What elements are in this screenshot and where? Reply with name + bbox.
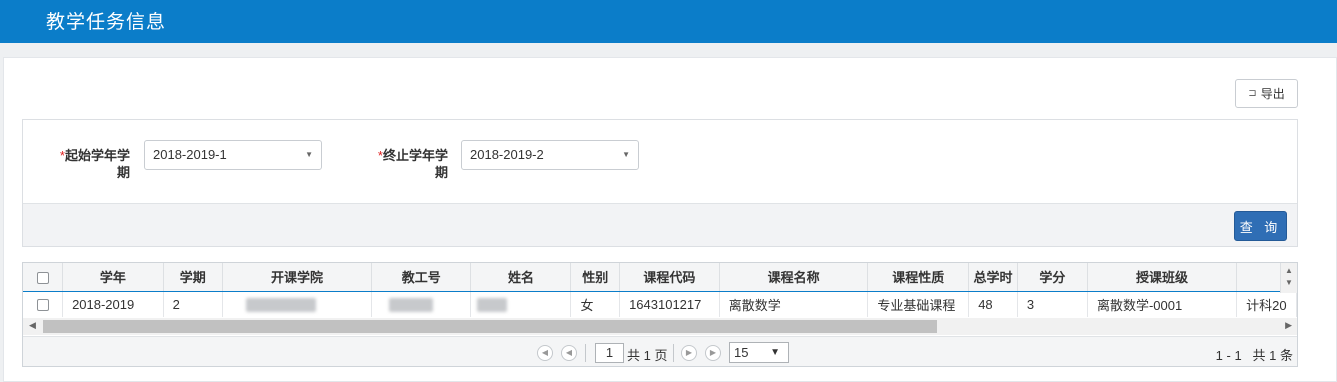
end-term-label: *终止学年学期 — [368, 147, 448, 181]
checkbox-icon — [36, 299, 49, 312]
top-bar: 教学任务信息 — [0, 0, 1337, 43]
prev-page-icon[interactable]: ◀ — [561, 345, 577, 361]
page-title: 教学任务信息 — [46, 12, 167, 33]
chevron-down-icon: ▼ — [770, 347, 780, 358]
chevron-down-icon: ▼ — [622, 150, 630, 159]
export-icon: ⊐ — [1248, 88, 1257, 99]
cell-staff-id-redacted — [371, 291, 472, 317]
pager-divider — [585, 344, 586, 362]
cell-class: 离散数学-0001 — [1087, 291, 1238, 317]
cell-credits: 3 — [1017, 291, 1088, 317]
query-button[interactable]: 查 询 — [1234, 211, 1287, 241]
column-header[interactable]: 学年 — [62, 263, 164, 292]
column-header[interactable]: 教工号 — [371, 263, 472, 292]
page-size-select[interactable]: 15 ▼ — [729, 342, 789, 363]
scroll-down-icon[interactable]: ▼ — [1285, 278, 1293, 287]
last-page-icon[interactable]: ▶ — [705, 345, 721, 361]
redacted-block — [477, 298, 508, 313]
cell-year: 2018-2019 — [62, 291, 164, 317]
next-page-icon[interactable]: ▶ — [681, 345, 697, 361]
table-header-row: 学年 学期 开课学院 教工号 姓名 性别 课程代码 课程名称 课程性质 总学时 … — [23, 263, 1297, 292]
page-size-value: 15 — [734, 345, 749, 360]
redacted-block — [389, 298, 434, 313]
record-range-info: 1 - 1 共 1 条 — [1216, 345, 1293, 364]
cell-college-redacted — [222, 291, 373, 317]
task-table: 学年 学期 开课学院 教工号 姓名 性别 课程代码 课程名称 课程性质 总学时 … — [23, 263, 1297, 317]
column-header[interactable]: 开课学院 — [222, 263, 373, 292]
scrollbar-thumb[interactable] — [43, 320, 937, 333]
cell-name-redacted — [470, 291, 572, 317]
scroll-left-icon[interactable]: ◀ — [29, 320, 36, 331]
record-total-text: 共 1 条 — [1252, 348, 1293, 363]
cell-total-hours: 48 — [968, 291, 1018, 317]
column-header[interactable]: 课程名称 — [719, 263, 869, 292]
cell-overflow: 计科20 — [1236, 291, 1297, 317]
redacted-block — [245, 298, 316, 313]
column-header[interactable]: 性别 — [570, 263, 621, 292]
record-range-text: 1 - 1 — [1215, 348, 1242, 363]
table-row[interactable]: 2018-2019 2 女 1643101217 离散数学 专业基础课程 48 … — [23, 291, 1297, 317]
end-term-value: 2018-2019-2 — [470, 147, 544, 162]
export-label: 导出 — [1260, 87, 1285, 101]
checkbox-icon — [36, 271, 49, 284]
search-form — [22, 119, 1298, 247]
column-header[interactable]: 课程性质 — [867, 263, 970, 292]
horizontal-scrollbar[interactable]: ◀ ▶ — [23, 318, 1297, 335]
end-term-select[interactable]: 2018-2019-2 ▼ — [461, 140, 639, 170]
page-number-input[interactable]: 1 — [595, 343, 624, 363]
row-checkbox[interactable] — [23, 291, 64, 317]
cell-course-type: 专业基础课程 — [867, 291, 970, 317]
column-header[interactable]: 授课班级 — [1087, 263, 1238, 292]
pagination-bar: ◀ ◀ 1 共 1 页 ▶ ▶ 15 ▼ 1 - 1 共 1 条 — [23, 336, 1297, 366]
column-header[interactable]: 姓名 — [470, 263, 572, 292]
vertical-scrollbar[interactable]: ▲ ▼ — [1280, 263, 1297, 293]
start-term-value: 2018-2019-1 — [153, 147, 227, 162]
scroll-right-icon[interactable]: ▶ — [1285, 320, 1292, 331]
first-page-icon[interactable]: ◀ — [537, 345, 553, 361]
column-header[interactable]: 课程代码 — [619, 263, 720, 292]
export-button[interactable]: ⊐ 导出 — [1235, 79, 1298, 108]
cell-course-name: 离散数学 — [719, 291, 869, 317]
start-term-select[interactable]: 2018-2019-1 ▼ — [144, 140, 322, 170]
end-term-label-text: 终止学年学期 — [382, 148, 448, 180]
start-term-label: *起始学年学期 — [50, 147, 130, 181]
data-grid: 学年 学期 开课学院 教工号 姓名 性别 课程代码 课程名称 课程性质 总学时 … — [22, 262, 1298, 367]
column-header[interactable]: 学分 — [1017, 263, 1088, 292]
pager-divider — [673, 344, 674, 362]
search-form-footer — [23, 203, 1297, 246]
column-header[interactable]: 学期 — [163, 263, 223, 292]
cell-term: 2 — [163, 291, 223, 317]
select-all-checkbox[interactable] — [23, 263, 64, 292]
scroll-up-icon[interactable]: ▲ — [1285, 266, 1293, 275]
cell-course-code: 1643101217 — [619, 291, 720, 317]
start-term-label-text: 起始学年学期 — [64, 148, 130, 180]
cell-gender: 女 — [570, 291, 621, 317]
total-pages-text: 共 1 页 — [627, 348, 668, 363]
chevron-down-icon: ▼ — [305, 150, 313, 159]
column-header[interactable]: 总学时 — [968, 263, 1018, 292]
